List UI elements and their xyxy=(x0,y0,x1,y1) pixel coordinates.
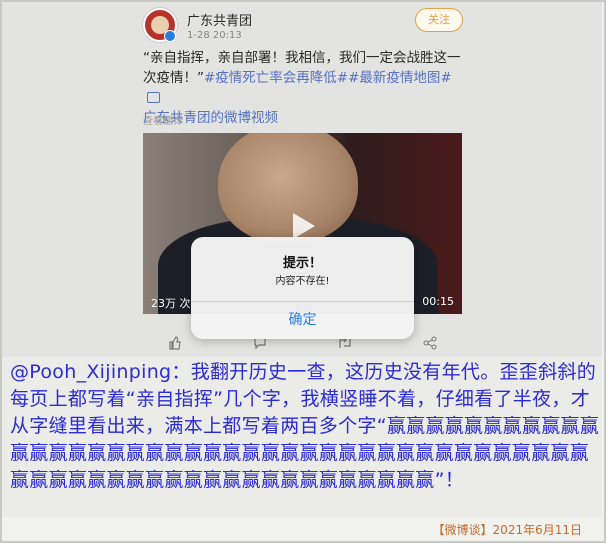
post-body: “亲自指挥，亲自部署！我相信，我们一定会战胜这一次疫情！”#疫情死亡率会再降低#… xyxy=(143,48,468,128)
play-icon[interactable] xyxy=(293,213,315,239)
video-frame-face xyxy=(218,133,358,243)
video-camera-icon xyxy=(147,92,160,103)
alert-message: 内容不存在! xyxy=(275,276,330,287)
share-icon[interactable] xyxy=(423,336,437,350)
alert-title: 提示！ xyxy=(282,256,322,271)
video-view-count: 23万 次 xyxy=(151,297,191,310)
alert-ok-button[interactable]: 确定 xyxy=(191,301,414,339)
source-caption: 【微博谈】2021年6月11日 xyxy=(432,523,582,537)
verified-badge-icon xyxy=(164,30,176,42)
account-name[interactable]: 广东共青团 xyxy=(187,10,252,29)
commentary-text: @Pooh_Xijinping：我翻开历史一查，这历史没有年代。歪歪斜斜的每页上… xyxy=(10,361,600,491)
video-duration: 00:15 xyxy=(422,295,454,308)
like-icon[interactable] xyxy=(168,336,182,350)
alert-dialog: 提示！ 内容不存在! 确定 xyxy=(191,237,414,339)
follow-button[interactable]: 关注 xyxy=(415,8,463,32)
post-timestamp: 1-28 20:13 xyxy=(187,30,242,41)
commentary-panel: @Pooh_Xijinping：我翻开历史一查，这历史没有年代。歪歪斜斜的每页上… xyxy=(2,357,602,517)
post-hashtags[interactable]: #疫情死亡率会再降低##最新疫情地图# xyxy=(204,70,452,86)
translate-link[interactable]: 查看翻译 xyxy=(143,112,183,127)
